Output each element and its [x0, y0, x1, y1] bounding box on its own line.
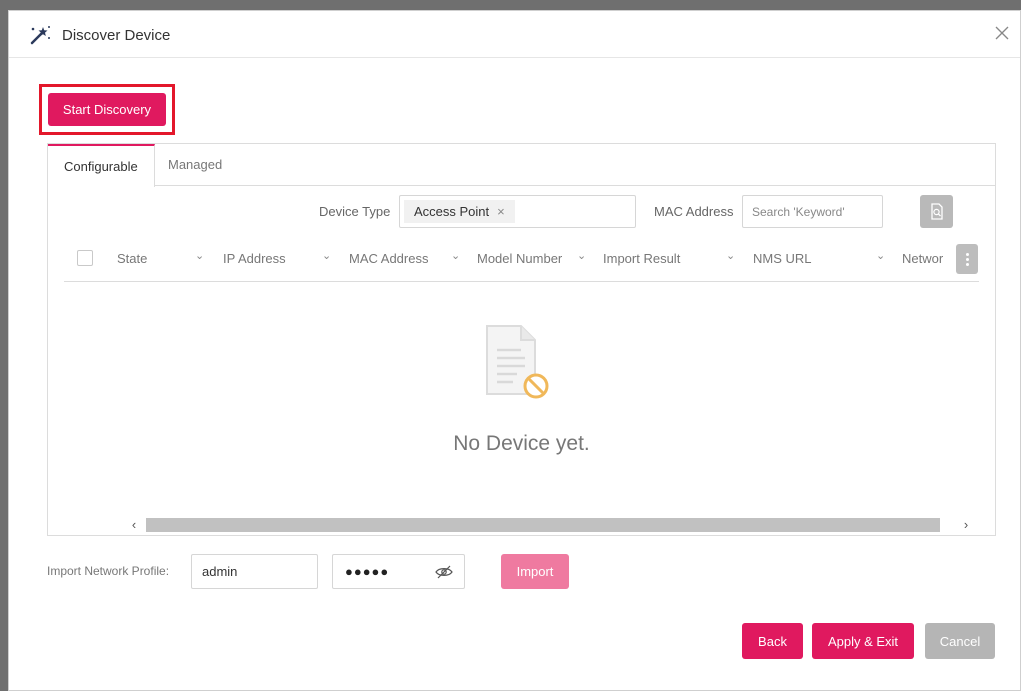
chip-remove-icon[interactable]: × — [497, 204, 505, 219]
column-model-number[interactable]: Model Number — [477, 251, 562, 266]
tab-managed[interactable]: Managed — [152, 144, 238, 186]
column-network[interactable]: Networ — [902, 251, 954, 266]
close-icon[interactable] — [992, 23, 1012, 43]
password-field[interactable]: ●●●●● — [332, 554, 465, 589]
eye-slash-icon[interactable] — [435, 564, 453, 580]
chip-label: Access Point — [414, 204, 490, 219]
search-document-icon — [931, 203, 943, 220]
column-import-result[interactable]: Import Result — [603, 251, 680, 266]
column-ip-address[interactable]: IP Address — [223, 251, 286, 266]
scrollbar-thumb[interactable] — [146, 518, 940, 532]
start-discovery-button[interactable]: Start Discovery — [48, 93, 166, 126]
chevron-down-icon[interactable]: ⌄ — [726, 249, 735, 262]
no-document-icon — [486, 325, 549, 399]
discover-device-dialog: Discover Device Start Discovery Configur… — [8, 10, 1021, 691]
start-discovery-highlight: Start Discovery — [39, 84, 175, 135]
password-value: ●●●●● — [345, 564, 390, 579]
empty-state-text: No Device yet. — [453, 432, 590, 455]
chevron-down-icon[interactable]: ⌄ — [876, 249, 885, 262]
tab-bar: Configurable Managed — [48, 144, 995, 187]
chevron-down-icon[interactable]: ⌄ — [195, 249, 204, 262]
mac-address-label: MAC Address — [654, 204, 734, 219]
chevron-down-icon[interactable]: ⌄ — [577, 249, 586, 262]
username-field[interactable] — [191, 554, 318, 589]
import-profile-label: Import Network Profile: — [47, 564, 170, 578]
horizontal-scrollbar[interactable]: ‹ › — [126, 517, 976, 533]
device-type-label: Device Type — [319, 204, 391, 219]
column-nms-url[interactable]: NMS URL — [753, 251, 812, 266]
dialog-title: Discover Device — [62, 27, 171, 44]
mac-search-input[interactable] — [742, 195, 883, 228]
table-header: State ⌄ IP Address ⌄ MAC Address ⌄ Model… — [64, 240, 979, 282]
scroll-right-icon[interactable]: › — [958, 517, 974, 533]
kebab-menu-icon[interactable] — [956, 244, 978, 274]
apply-exit-button[interactable]: Apply & Exit — [812, 623, 914, 659]
select-all-checkbox[interactable] — [77, 250, 93, 266]
dialog-titlebar: Discover Device — [9, 11, 1020, 58]
device-type-chip: Access Point × — [404, 200, 515, 223]
import-button[interactable]: Import — [501, 554, 569, 589]
device-panel: Configurable Managed Device Type Access … — [47, 143, 996, 536]
column-state[interactable]: State — [117, 251, 147, 266]
scroll-left-icon[interactable]: ‹ — [126, 517, 142, 533]
magic-wand-icon — [30, 26, 50, 45]
back-button[interactable]: Back — [742, 623, 803, 659]
tab-configurable[interactable]: Configurable — [48, 144, 155, 187]
chevron-down-icon[interactable]: ⌄ — [322, 249, 331, 262]
search-button[interactable] — [920, 195, 953, 228]
device-type-select[interactable]: Access Point × — [399, 195, 636, 228]
cancel-button[interactable]: Cancel — [925, 623, 995, 659]
chevron-down-icon[interactable]: ⌄ — [451, 249, 460, 262]
column-mac-address[interactable]: MAC Address — [349, 251, 428, 266]
